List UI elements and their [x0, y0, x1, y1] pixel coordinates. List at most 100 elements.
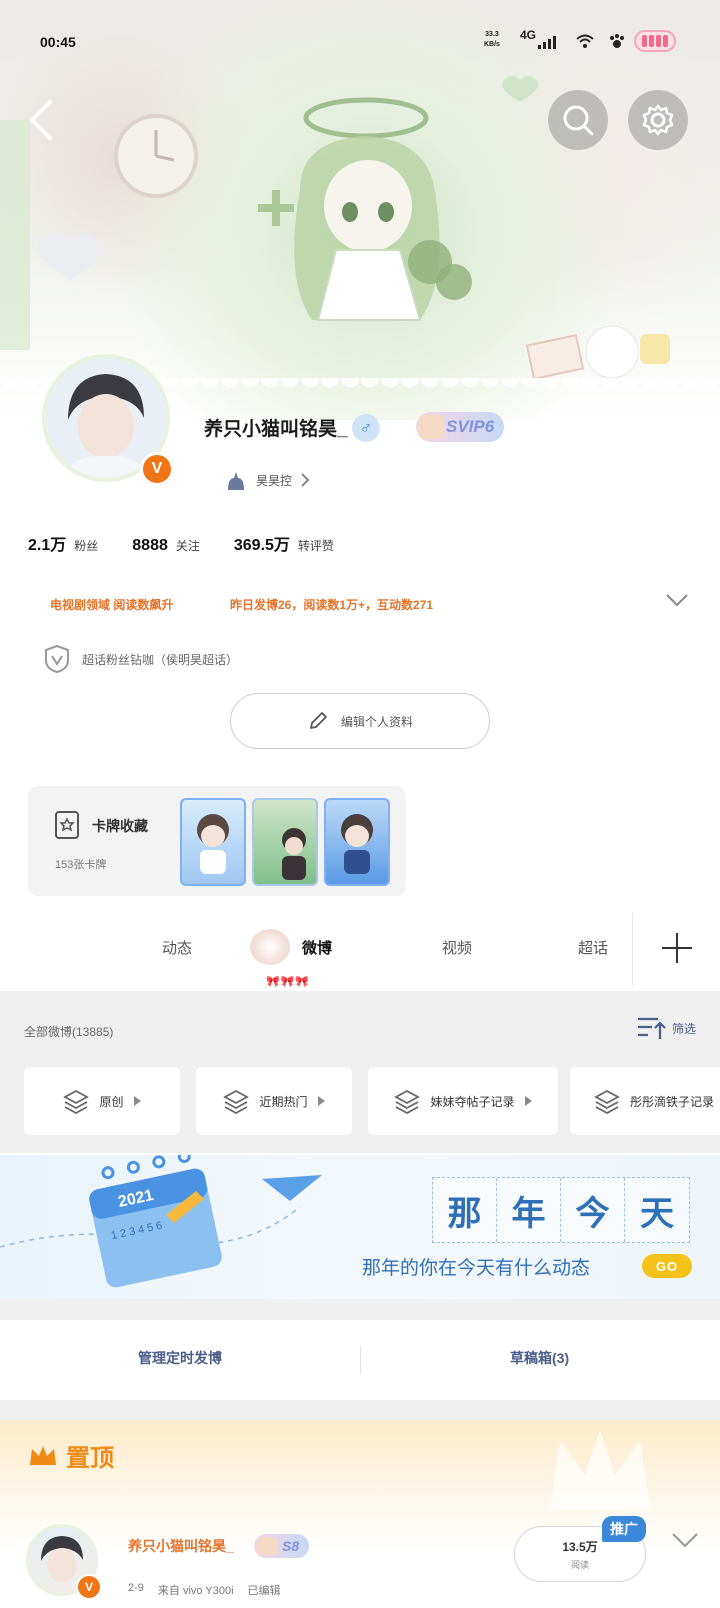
card-collection-count: 153张卡牌	[55, 859, 107, 871]
stat-following[interactable]: 8888 关注	[132, 537, 200, 555]
tab-weibo[interactable]: 微博	[302, 937, 332, 958]
memory-go-button[interactable]: GO	[642, 1254, 692, 1278]
promote-button[interactable]: 推广	[602, 1516, 646, 1542]
fan-club-link[interactable]: 昊昊控	[224, 468, 310, 492]
profile-nickname: 养只小猫叫铭昊_	[204, 419, 348, 440]
verified-badge: V	[76, 1574, 102, 1600]
post-source: 来自 vivo Y300i	[157, 1585, 234, 1597]
memory-title-grid: 那 年 今 天	[432, 1177, 690, 1243]
memory-char: 年	[497, 1178, 561, 1242]
back-button[interactable]	[22, 96, 62, 144]
tab-divider	[632, 913, 633, 985]
drafts-button[interactable]: 草稿箱(3)	[510, 1348, 569, 1368]
pinned-label: 置顶	[28, 1438, 114, 1473]
chevron-down-icon[interactable]	[664, 590, 690, 610]
settings-button[interactable]	[628, 90, 688, 150]
paw-icon	[610, 34, 624, 48]
tab-dynamic[interactable]: 动态	[162, 937, 192, 958]
supertopic-label: 超话粉丝钻咖（侯明昊超话）	[82, 652, 239, 667]
post-author-name[interactable]: 养只小猫叫铭昊_	[128, 1536, 234, 1556]
gear-icon	[642, 104, 674, 136]
layers-icon	[223, 1089, 250, 1114]
svip-badge-label: SVIP6	[446, 417, 495, 436]
pencil-icon	[310, 712, 327, 729]
triangle-right-icon	[133, 1096, 141, 1106]
signal-icon	[538, 36, 556, 49]
chip-custom-2[interactable]: 彤彤滴铁子记录	[570, 1067, 720, 1135]
cat-icon	[420, 415, 444, 439]
triangle-right-icon	[317, 1096, 325, 1106]
pinned-label-text: 置顶	[66, 1445, 114, 1472]
stat-followers[interactable]: 2.1万 粉丝	[28, 531, 98, 555]
gender-male-icon: ♂	[352, 414, 380, 442]
chip-label: 彤彤滴铁子记录	[630, 1094, 715, 1109]
wifi-icon	[576, 34, 594, 48]
battery-icon	[634, 30, 676, 52]
layers-icon	[394, 1089, 421, 1114]
card-thumbnail[interactable]	[252, 798, 318, 886]
tab-active-decoration	[250, 929, 290, 965]
post-date: 2-9	[128, 1582, 144, 1594]
fan-club-label: 昊昊控	[256, 473, 293, 488]
network-speed-unit: KB/s	[484, 41, 500, 48]
profile-avatar[interactable]: V	[36, 350, 176, 500]
profile-stats: 2.1万 粉丝 8888 关注 369.5万 转评赞	[28, 531, 334, 555]
stat-label: 转评赞	[297, 539, 334, 553]
chevron-down-icon[interactable]	[670, 1528, 700, 1552]
card-collection[interactable]: 卡牌收藏 153张卡牌	[28, 786, 406, 896]
edit-profile-button[interactable]: 编辑个人资料	[230, 693, 490, 749]
stat-label: 粉丝	[74, 539, 99, 553]
tab-supertopic[interactable]: 超话	[578, 937, 608, 958]
read-count-value: 13.5万	[562, 1539, 598, 1554]
chip-label: 原创	[99, 1094, 124, 1109]
cat-icon	[228, 472, 244, 490]
triangle-right-icon	[524, 1096, 532, 1106]
network-speed: 33.3 KB/s	[484, 30, 500, 50]
chip-label: 妹妹夺帖子记录	[430, 1094, 515, 1109]
chip-original[interactable]: 原创	[24, 1067, 180, 1135]
section-separator	[0, 1400, 720, 1420]
feed-filter-area: 全部微博(13885) 筛选 原创 近期热门 妹妹夺帖子记录 彤彤滴铁子记录	[0, 991, 720, 1153]
section-separator	[0, 1299, 720, 1320]
post-meta: 2-9 来自 vivo Y300i 已编辑	[128, 1582, 281, 1598]
pinned-post[interactable]: 置顶 V 养只小猫叫铭昊_ S8 2-9 来自 vivo Y300i 已编辑 1…	[0, 1420, 720, 1608]
filter-label: 筛选	[672, 1021, 697, 1036]
search-button[interactable]	[548, 90, 608, 150]
manage-row: 管理定时发博 草稿箱(3)	[0, 1320, 720, 1400]
layers-icon	[63, 1089, 90, 1114]
layers-icon	[594, 1089, 620, 1114]
card-collection-icon	[55, 811, 79, 839]
add-tab-icon[interactable]	[660, 931, 694, 965]
network-type: 4G	[520, 28, 537, 42]
search-icon	[563, 105, 594, 136]
stat-interactions[interactable]: 369.5万 转评赞	[234, 531, 334, 555]
all-weibo-count: 全部微博(13885)	[24, 1025, 114, 1039]
svip-badge[interactable]: SVIP6	[416, 412, 505, 442]
filter-button[interactable]: 筛选	[636, 1015, 696, 1041]
scheduled-posts-button[interactable]: 管理定时发博	[138, 1348, 222, 1368]
stat-label: 关注	[175, 539, 200, 553]
crown-icon	[30, 1445, 56, 1465]
profile-tabs: 动态 微博 🎀🎀🎀 视频 超话	[0, 905, 720, 991]
memory-banner[interactable]: 2021 1 2 3 4 5 6 那 年 今 天 那年的你在今天有什么动态 GO	[0, 1155, 720, 1299]
chip-recent-hot[interactable]: 近期热门	[196, 1067, 352, 1135]
post-edited: 已编辑	[247, 1585, 281, 1597]
stat-value: 8888	[132, 537, 168, 554]
stat-value: 369.5万	[233, 537, 290, 554]
tab-video[interactable]: 视频	[442, 937, 472, 958]
supertopic-fan-level[interactable]: 超话粉丝钻咖（侯明昊超话）	[44, 644, 238, 674]
memory-char: 今	[561, 1178, 625, 1242]
card-thumbnail[interactable]	[180, 798, 246, 886]
card-thumbnail[interactable]	[324, 798, 390, 886]
chip-label: 近期热门	[259, 1094, 308, 1109]
shield-icon	[45, 644, 69, 674]
network-speed-value: 33.3	[485, 31, 499, 38]
memory-char: 那	[433, 1178, 497, 1242]
edit-profile-label: 编辑个人资料	[340, 714, 413, 729]
post-author-vip-badge: S8	[254, 1534, 310, 1558]
calendar-illustration: 2021 1 2 3 4 5 6	[0, 1155, 322, 1288]
chip-custom-1[interactable]: 妹妹夺帖子记录	[368, 1067, 558, 1135]
honor-tag-1: 电视剧领域 阅读数飙升	[50, 598, 174, 612]
read-count-label: 阅读	[570, 1559, 589, 1570]
status-time: 00:45	[40, 34, 76, 50]
